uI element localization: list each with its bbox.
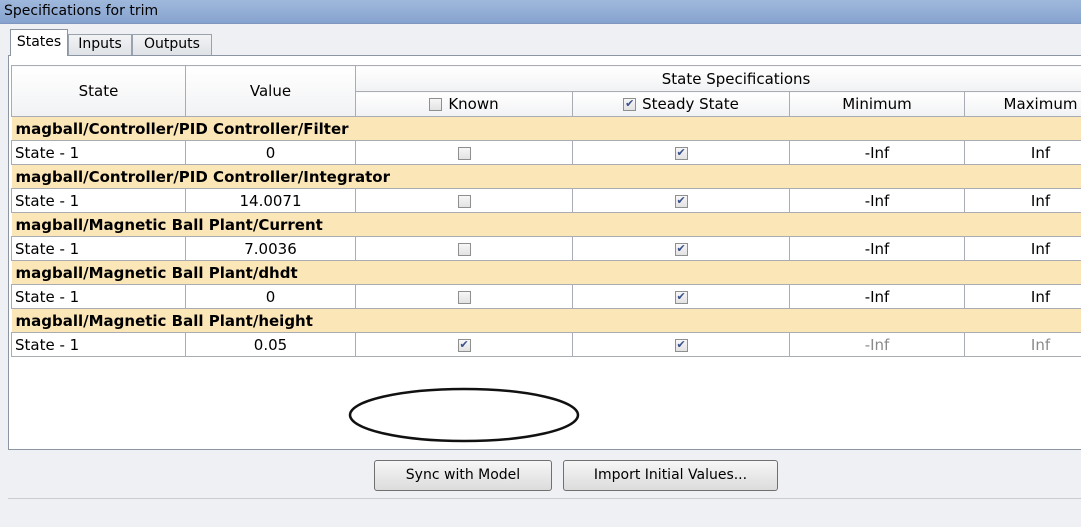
known-checkbox[interactable] [457, 194, 471, 208]
header-value[interactable]: Value [185, 65, 356, 117]
known-checkbox[interactable] [457, 146, 471, 160]
import-initial-values-button[interactable]: Import Initial Values... [563, 460, 778, 491]
known-checkbox[interactable] [457, 290, 471, 304]
block-path-label: magball/Magnetic Ball Plant/Current [11, 212, 1081, 237]
header-known-label: Known [448, 95, 499, 113]
known-cell [355, 332, 573, 357]
value-cell[interactable]: 0 [185, 284, 356, 309]
minimum-cell[interactable]: -Inf [789, 140, 965, 165]
state-name-cell: State - 1 [11, 332, 186, 357]
value-cell[interactable]: 7.0036 [185, 236, 356, 261]
block-path-label: magball/Controller/PID Controller/Integr… [11, 164, 1081, 189]
divider [8, 498, 1081, 499]
block-group-row: magball/Controller/PID Controller/Integr… [11, 164, 1081, 189]
sync-with-model-button[interactable]: Sync with Model [374, 460, 552, 491]
known-all-checkbox[interactable] [429, 98, 443, 111]
block-group-row: magball/Magnetic Ball Plant/height [11, 308, 1081, 333]
minimum-cell[interactable]: -Inf [789, 284, 965, 309]
block-path-label: magball/Controller/PID Controller/Filter [11, 116, 1081, 141]
tab-states[interactable]: States [10, 29, 68, 56]
steady-state-cell [572, 140, 790, 165]
header-known[interactable]: Known [355, 91, 573, 117]
table-row: State - 10.05 -InfInf [11, 332, 1081, 357]
maximum-cell[interactable]: Inf [963, 140, 1081, 165]
value-cell[interactable]: 14.0071 [185, 188, 356, 213]
maximum-cell[interactable]: Inf [963, 188, 1081, 213]
header-minimum[interactable]: Minimum [789, 91, 965, 117]
known-checkbox[interactable] [457, 242, 471, 256]
header-maximum[interactable]: Maximum [963, 91, 1081, 117]
steady-state-all-checkbox[interactable] [623, 97, 637, 111]
state-name-cell: State - 1 [11, 236, 186, 261]
states-panel: State Value State Specifications Known S… [8, 55, 1081, 450]
block-group-row: magball/Controller/PID Controller/Filter [11, 116, 1081, 141]
block-path-label: magball/Magnetic Ball Plant/dhdt [11, 260, 1081, 285]
maximum-cell[interactable]: Inf [963, 332, 1081, 357]
table-row: State - 17.0036 -InfInf [11, 236, 1081, 261]
header-state[interactable]: State [11, 65, 186, 117]
header-state-specifications: State Specifications [354, 65, 1081, 92]
block-group-row: magball/Magnetic Ball Plant/Current [11, 212, 1081, 237]
minimum-cell[interactable]: -Inf [789, 236, 965, 261]
known-checkbox[interactable] [457, 338, 471, 352]
state-name-cell: State - 1 [11, 188, 186, 213]
state-name-cell: State - 1 [11, 140, 186, 165]
state-spec-table: State Value State Specifications Known S… [11, 65, 1081, 447]
button-bar: Sync with Model Import Initial Values... [8, 450, 1081, 527]
value-cell[interactable]: 0 [185, 140, 356, 165]
tab-outputs[interactable]: Outputs [132, 34, 212, 55]
steady-state-checkbox[interactable] [674, 194, 688, 208]
block-path-label: magball/Magnetic Ball Plant/height [11, 308, 1081, 333]
known-cell [355, 284, 573, 309]
tab-inputs[interactable]: Inputs [68, 34, 132, 55]
known-cell [355, 188, 573, 213]
maximum-cell[interactable]: Inf [963, 284, 1081, 309]
window-title: Specifications for trim [0, 0, 1081, 24]
table-row: State - 10 -InfInf [11, 140, 1081, 165]
header-steady-state-label: Steady State [642, 95, 739, 113]
value-cell[interactable]: 0.05 [185, 332, 356, 357]
header-steady-state[interactable]: Steady State [572, 91, 790, 117]
maximum-cell[interactable]: Inf [963, 236, 1081, 261]
table-row: State - 10 -InfInf [11, 284, 1081, 309]
steady-state-checkbox[interactable] [674, 290, 688, 304]
state-name-cell: State - 1 [11, 284, 186, 309]
steady-state-checkbox[interactable] [674, 338, 688, 352]
steady-state-checkbox[interactable] [674, 146, 688, 160]
minimum-cell[interactable]: -Inf [789, 332, 965, 357]
steady-state-cell [572, 236, 790, 261]
steady-state-cell [572, 332, 790, 357]
table-row: State - 114.0071 -InfInf [11, 188, 1081, 213]
steady-state-checkbox[interactable] [674, 242, 688, 256]
block-group-row: magball/Magnetic Ball Plant/dhdt [11, 260, 1081, 285]
steady-state-cell [572, 284, 790, 309]
known-cell [355, 236, 573, 261]
minimum-cell[interactable]: -Inf [789, 188, 965, 213]
known-cell [355, 140, 573, 165]
steady-state-cell [572, 188, 790, 213]
